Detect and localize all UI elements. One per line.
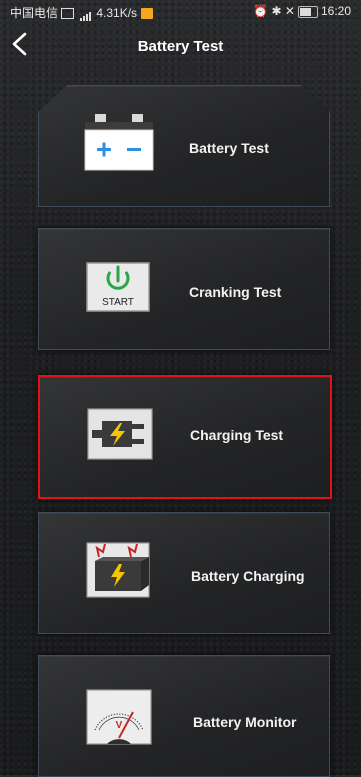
bluetooth-icon: ✱ xyxy=(271,4,282,18)
menu-item-battery-charging[interactable]: Battery Charging xyxy=(38,512,330,634)
menu-item-label: Battery Charging xyxy=(191,568,305,584)
app-header: Battery Test xyxy=(0,22,361,70)
page-title: Battery Test xyxy=(137,38,224,55)
battery-charging-icon xyxy=(86,542,150,598)
plug-lightning-icon xyxy=(87,408,153,460)
menu-item-label: Battery Test xyxy=(189,140,269,156)
status-left: 中国电信 4.31K/s xyxy=(10,4,154,21)
voltmeter-icon: V xyxy=(86,689,152,745)
hd-icon xyxy=(61,8,75,20)
start-icon-text: START xyxy=(102,297,134,308)
menu-item-charging-test[interactable]: Charging Test xyxy=(38,375,332,499)
carrier-label: 中国电信 xyxy=(10,6,59,20)
menu-item-label: Charging Test xyxy=(190,427,284,443)
status-right: ⏰ ✱ ✕6516:20 xyxy=(253,4,351,18)
alarm-icon: ⏰ xyxy=(253,4,269,18)
menu-item-cranking-test[interactable]: START Cranking Test xyxy=(38,228,330,350)
mute-icon: ✕ xyxy=(284,4,295,18)
network-speed: 4.31K/s xyxy=(96,6,138,20)
signal-icon xyxy=(79,7,92,21)
menu-item-label: Cranking Test xyxy=(189,284,282,300)
menu-item-battery-monitor[interactable]: V Battery Monitor xyxy=(38,655,330,777)
menu-item-battery-test[interactable]: Battery Test xyxy=(38,85,330,207)
status-bar: 中国电信 4.31K/s ⏰ ✱ ✕6516:20 xyxy=(0,0,361,22)
power-start-icon: START xyxy=(86,262,150,312)
svg-text:V: V xyxy=(116,720,123,731)
app-notification-icon xyxy=(141,8,154,20)
battery-icon xyxy=(84,114,154,171)
battery-status-icon xyxy=(297,5,318,18)
clock: 16:20 xyxy=(320,4,351,18)
menu-item-label: Battery Monitor xyxy=(193,714,297,730)
